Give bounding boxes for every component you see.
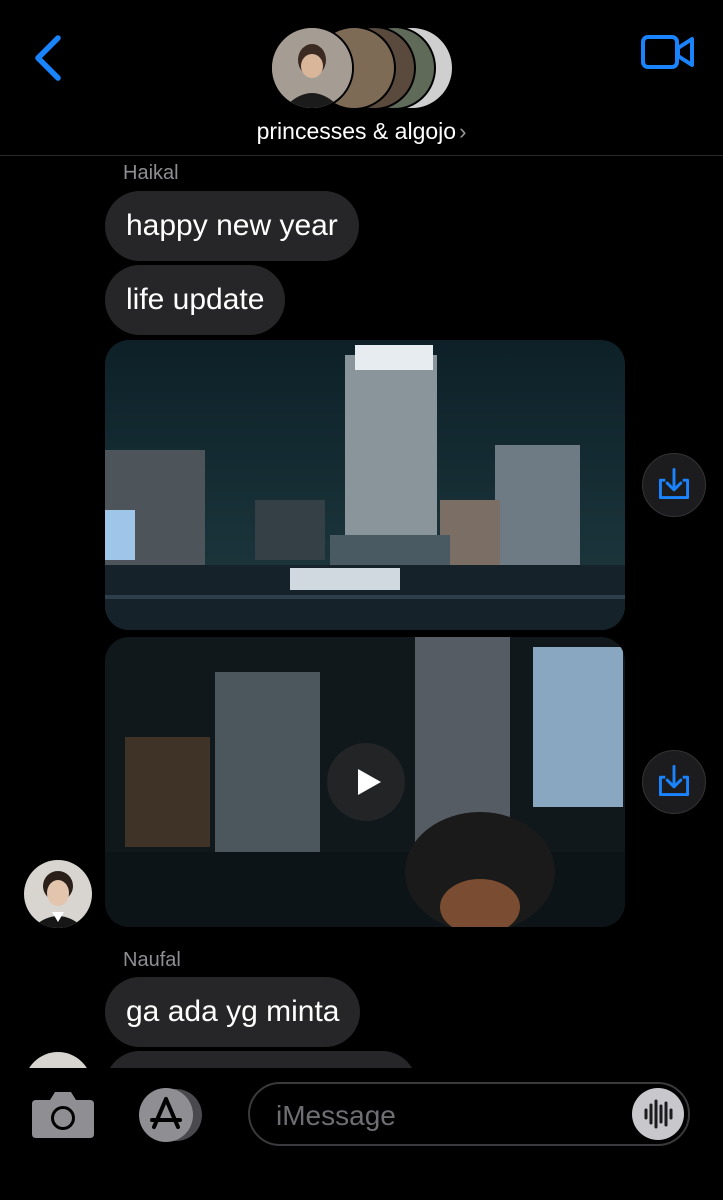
night-city-photo <box>105 340 625 630</box>
app-store-button[interactable] <box>135 1087 209 1143</box>
group-avatars[interactable] <box>270 26 455 110</box>
group-name: princesses & algojo <box>256 118 457 144</box>
message-input[interactable]: iMessage <box>248 1082 690 1146</box>
photo-attachment[interactable] <box>105 340 625 630</box>
conversation-header: princesses & algojo › <box>0 0 723 156</box>
video-call-button[interactable] <box>640 34 696 70</box>
audio-message-button[interactable] <box>632 1088 684 1140</box>
group-avatar <box>270 26 354 110</box>
chevron-right-icon: › <box>459 119 467 144</box>
waveform-icon <box>644 1099 673 1129</box>
sender-name: Haikal <box>123 162 179 184</box>
message-input-placeholder: iMessage <box>276 1100 396 1131</box>
save-photo-button[interactable] <box>642 453 706 517</box>
message-bubble[interactable]: happy new year <box>105 191 359 261</box>
sender-name: Naufal <box>123 949 181 971</box>
play-button[interactable] <box>327 743 405 821</box>
save-video-button[interactable] <box>642 750 706 814</box>
camera-button[interactable] <box>30 1088 96 1140</box>
conversation-title[interactable]: princesses & algojo › <box>0 118 723 145</box>
back-button[interactable] <box>28 32 72 82</box>
message-bubble[interactable]: life update <box>105 265 286 335</box>
play-icon <box>358 769 381 795</box>
sender-avatar[interactable] <box>24 860 92 928</box>
message-bubble[interactable]: ga ada yg minta <box>105 977 361 1047</box>
